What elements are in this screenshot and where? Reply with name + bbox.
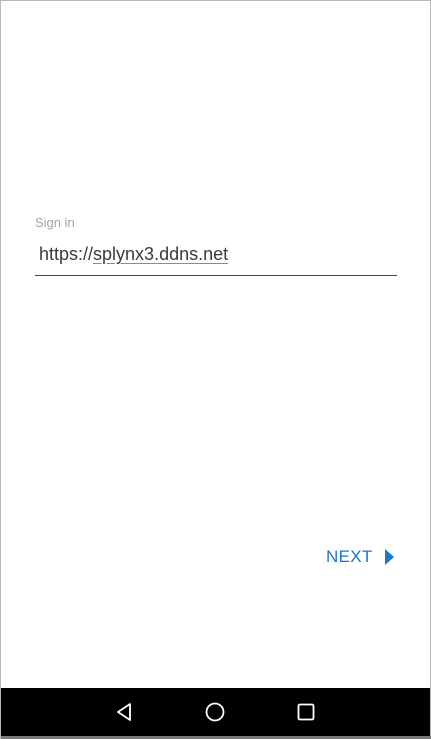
home-icon[interactable]: [204, 701, 226, 723]
url-host: splynx3.ddns.net: [93, 244, 229, 264]
sign-in-label: Sign in: [35, 215, 75, 230]
recent-apps-icon[interactable]: [295, 701, 317, 723]
server-url-value: https://splynx3.ddns.net: [39, 242, 228, 266]
server-url-input[interactable]: https://splynx3.ddns.net: [35, 239, 397, 276]
chevron-right-icon: [384, 549, 394, 565]
next-button[interactable]: NEXT: [326, 544, 394, 570]
back-icon[interactable]: [113, 701, 135, 723]
system-navigation-bar: [1, 688, 430, 736]
screen: Sign in https://splynx3.ddns.net NEXT: [0, 0, 431, 739]
url-scheme: https://: [39, 244, 94, 264]
next-label: NEXT: [326, 547, 373, 566]
